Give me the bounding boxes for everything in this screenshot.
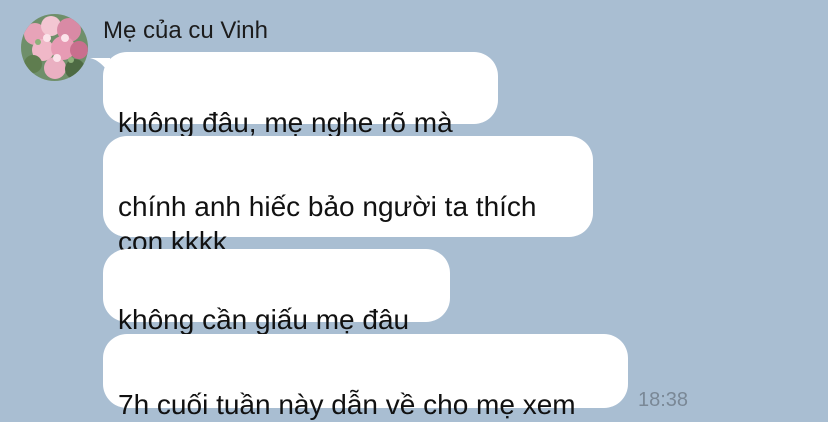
flower-bouquet-avatar-icon [21, 14, 88, 81]
message-bubble[interactable]: 7h cuối tuần này dẫn về cho mẹ xem [103, 334, 628, 420]
message-bubble[interactable]: không đâu, mẹ nghe rõ mà [103, 52, 498, 138]
message-bubble[interactable]: chính anh hiếc bảo người ta thích con kk… [103, 136, 593, 257]
contact-name: Mẹ của cu Vinh [103, 17, 268, 44]
message-bubble[interactable]: không cần giấu mẹ đâu [103, 249, 450, 335]
message-text: không cần giấu mẹ đâu [118, 304, 410, 335]
message-text: không đâu, mẹ nghe rõ mà [118, 107, 453, 138]
contact-avatar[interactable] [21, 14, 88, 81]
message-text: 7h cuối tuần này dẫn về cho mẹ xem [118, 389, 576, 420]
chat-window: Mẹ của cu Vinh không đâu, mẹ nghe rõ mà … [0, 0, 828, 421]
message-text: chính anh hiếc bảo người ta thích con kk… [118, 191, 537, 257]
message-timestamp: 18:38 [638, 389, 689, 411]
